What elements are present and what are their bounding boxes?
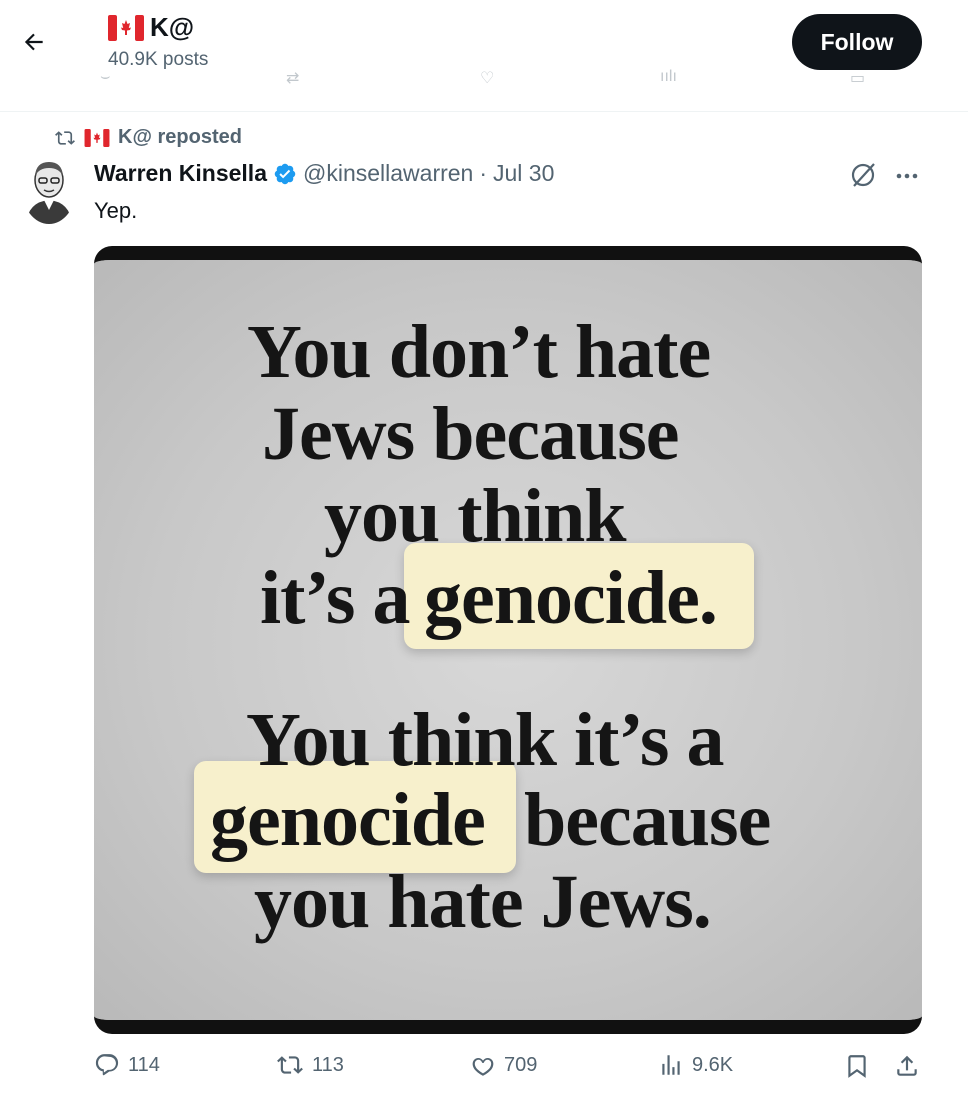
bookmark-icon — [848, 1055, 866, 1078]
share-button[interactable] — [894, 1052, 920, 1080]
views-count: 9.6K — [692, 1053, 734, 1076]
repost-icon — [277, 1056, 303, 1074]
ghost-views-icon: ıılı — [660, 68, 677, 85]
tweet-text: Yep. — [94, 198, 138, 223]
canada-flag-icon — [84, 128, 110, 147]
repost-icon — [55, 130, 75, 145]
more-horizontal-icon — [896, 173, 918, 179]
tweet-date[interactable]: Jul 30 — [493, 160, 554, 187]
post-count: 40.9K posts — [108, 49, 209, 70]
ghost-like-icon: ♡ — [480, 70, 495, 87]
quote-line: genocide — [210, 778, 486, 862]
repost-indicator: K@ reposted — [54, 126, 242, 149]
bookmark-button[interactable] — [844, 1052, 870, 1080]
share-upload-icon — [897, 1055, 917, 1076]
repost-label[interactable]: K@ reposted — [118, 126, 242, 149]
like-count: 709 — [504, 1053, 538, 1076]
author-name[interactable]: Warren Kinsella — [94, 160, 267, 187]
grok-button[interactable] — [848, 160, 878, 195]
author-portrait-icon — [22, 154, 76, 224]
quote-line: Jews because — [262, 392, 680, 476]
views-button[interactable]: 9.6K — [658, 1052, 733, 1078]
repost-button[interactable]: 113 — [276, 1052, 344, 1078]
repost-count: 113 — [312, 1053, 344, 1076]
quote-line: it’s a — [260, 556, 410, 640]
reply-count: 114 — [128, 1053, 160, 1076]
verified-badge-icon — [274, 163, 296, 184]
back-button[interactable] — [14, 22, 54, 62]
tweet-header: Warren Kinsella @kinsellawarren · Jul 30 — [94, 160, 554, 187]
tweet-action-bar: 114 113 709 9.6K — [94, 1052, 924, 1092]
reply-button[interactable]: 114 — [94, 1052, 160, 1078]
ghost-bookmark-icon: ▭ — [850, 70, 866, 87]
separator-dot: · — [479, 160, 488, 186]
follow-button[interactable]: Follow — [792, 14, 922, 70]
arrow-left-icon — [24, 33, 43, 51]
author-handle[interactable]: @kinsellawarren — [303, 160, 473, 187]
quote-line: You think it’s a — [246, 698, 724, 782]
quote-line: genocide. — [424, 556, 718, 640]
header-title-block: K@ 40.9K posts — [108, 12, 208, 71]
views-bar-chart-icon — [662, 1055, 680, 1075]
account-name: K@ — [150, 12, 195, 42]
quote-line: because — [524, 778, 771, 862]
tweet-image[interactable]: You don’t hate Jews because you think it… — [94, 246, 922, 1034]
canada-flag-icon — [108, 14, 144, 41]
quote-line: you hate Jews. — [254, 860, 712, 944]
quote-line: You don’t hate — [247, 310, 711, 394]
ghost-repost-icon: ⇄ — [286, 70, 300, 87]
more-options-button[interactable] — [892, 162, 922, 195]
like-button[interactable]: 709 — [470, 1052, 537, 1078]
grok-icon — [851, 163, 875, 187]
heart-icon — [472, 1057, 494, 1076]
avatar[interactable] — [22, 154, 76, 224]
reply-icon — [95, 1054, 119, 1076]
profile-header: ⌣ ⇄ ♡ ıılı ▭ K@ 40.9K posts Follow — [0, 0, 968, 112]
quote-line: you think — [324, 474, 626, 558]
